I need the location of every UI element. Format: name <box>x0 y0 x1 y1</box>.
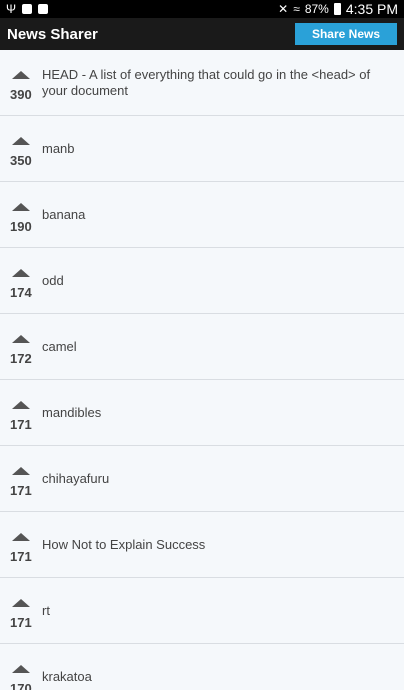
vote-column: 390 <box>0 50 42 115</box>
battery-percent: 87% <box>304 2 329 16</box>
item-title[interactable]: How Not to Explain Success <box>42 537 215 553</box>
upvote-arrow-icon[interactable] <box>12 467 30 475</box>
score: 171 <box>10 483 32 498</box>
status-notification-icons: Ψ <box>6 2 49 16</box>
wifi-icon: ≈ <box>293 2 300 16</box>
score: 171 <box>10 615 32 630</box>
usb-icon: Ψ <box>6 2 17 16</box>
vote-column: 172 <box>0 314 42 379</box>
vote-column: 171 <box>0 446 42 511</box>
item-title[interactable]: rt <box>42 603 60 619</box>
upvote-arrow-icon[interactable] <box>12 533 30 541</box>
notification-icon <box>22 4 33 14</box>
item-title[interactable]: manb <box>42 141 85 157</box>
upvote-arrow-icon[interactable] <box>12 71 30 79</box>
score: 350 <box>10 153 32 168</box>
vote-column: 190 <box>0 182 42 247</box>
vote-column: 174 <box>0 248 42 313</box>
upvote-arrow-icon[interactable] <box>12 665 30 673</box>
list-item[interactable]: 174 odd <box>0 248 404 314</box>
item-title[interactable]: odd <box>42 273 74 289</box>
app-title: News Sharer <box>7 25 98 43</box>
upvote-arrow-icon[interactable] <box>12 599 30 607</box>
status-system-icons: ✕ ≈ 87% 4:35 PM <box>278 1 398 17</box>
list-item[interactable]: 190 banana <box>0 182 404 248</box>
item-title[interactable]: mandibles <box>42 405 111 421</box>
share-news-button[interactable]: Share News <box>295 23 397 45</box>
list-item[interactable]: 171 mandibles <box>0 380 404 446</box>
item-title[interactable]: banana <box>42 207 95 223</box>
vote-column: 171 <box>0 380 42 445</box>
item-title[interactable]: chihayafuru <box>42 471 119 487</box>
list-item[interactable]: 172 camel <box>0 314 404 380</box>
clock: 4:35 PM <box>345 1 398 17</box>
list-item[interactable]: 171 rt <box>0 578 404 644</box>
list-item[interactable]: 171 chihayafuru <box>0 446 404 512</box>
upvote-arrow-icon[interactable] <box>12 203 30 211</box>
score: 171 <box>10 417 32 432</box>
score: 390 <box>10 87 32 102</box>
list-item[interactable]: 171 How Not to Explain Success <box>0 512 404 578</box>
upvote-arrow-icon[interactable] <box>12 401 30 409</box>
item-title[interactable]: krakatoa <box>42 669 102 685</box>
list-item[interactable]: 350 manb <box>0 116 404 182</box>
upvote-arrow-icon[interactable] <box>12 335 30 343</box>
status-bar: Ψ ✕ ≈ 87% 4:35 PM <box>0 0 404 18</box>
list-item[interactable]: 170 krakatoa <box>0 644 404 690</box>
score: 174 <box>10 285 32 300</box>
app-bar: News Sharer Share News <box>0 18 404 50</box>
item-title[interactable]: camel <box>42 339 87 355</box>
vote-column: 171 <box>0 578 42 643</box>
vote-column: 170 <box>0 644 42 690</box>
notification-icon <box>38 4 49 14</box>
score: 170 <box>10 681 32 690</box>
item-title[interactable]: HEAD - A list of everything that could g… <box>42 67 404 99</box>
battery-icon <box>333 3 341 15</box>
upvote-arrow-icon[interactable] <box>12 269 30 277</box>
list-item[interactable]: 390 HEAD - A list of everything that cou… <box>0 50 404 116</box>
score: 171 <box>10 549 32 564</box>
vote-column: 171 <box>0 512 42 577</box>
upvote-arrow-icon[interactable] <box>12 137 30 145</box>
news-list: 390 HEAD - A list of everything that cou… <box>0 50 404 690</box>
vote-column: 350 <box>0 116 42 181</box>
score: 172 <box>10 351 32 366</box>
score: 190 <box>10 219 32 234</box>
mute-icon: ✕ <box>278 2 289 16</box>
